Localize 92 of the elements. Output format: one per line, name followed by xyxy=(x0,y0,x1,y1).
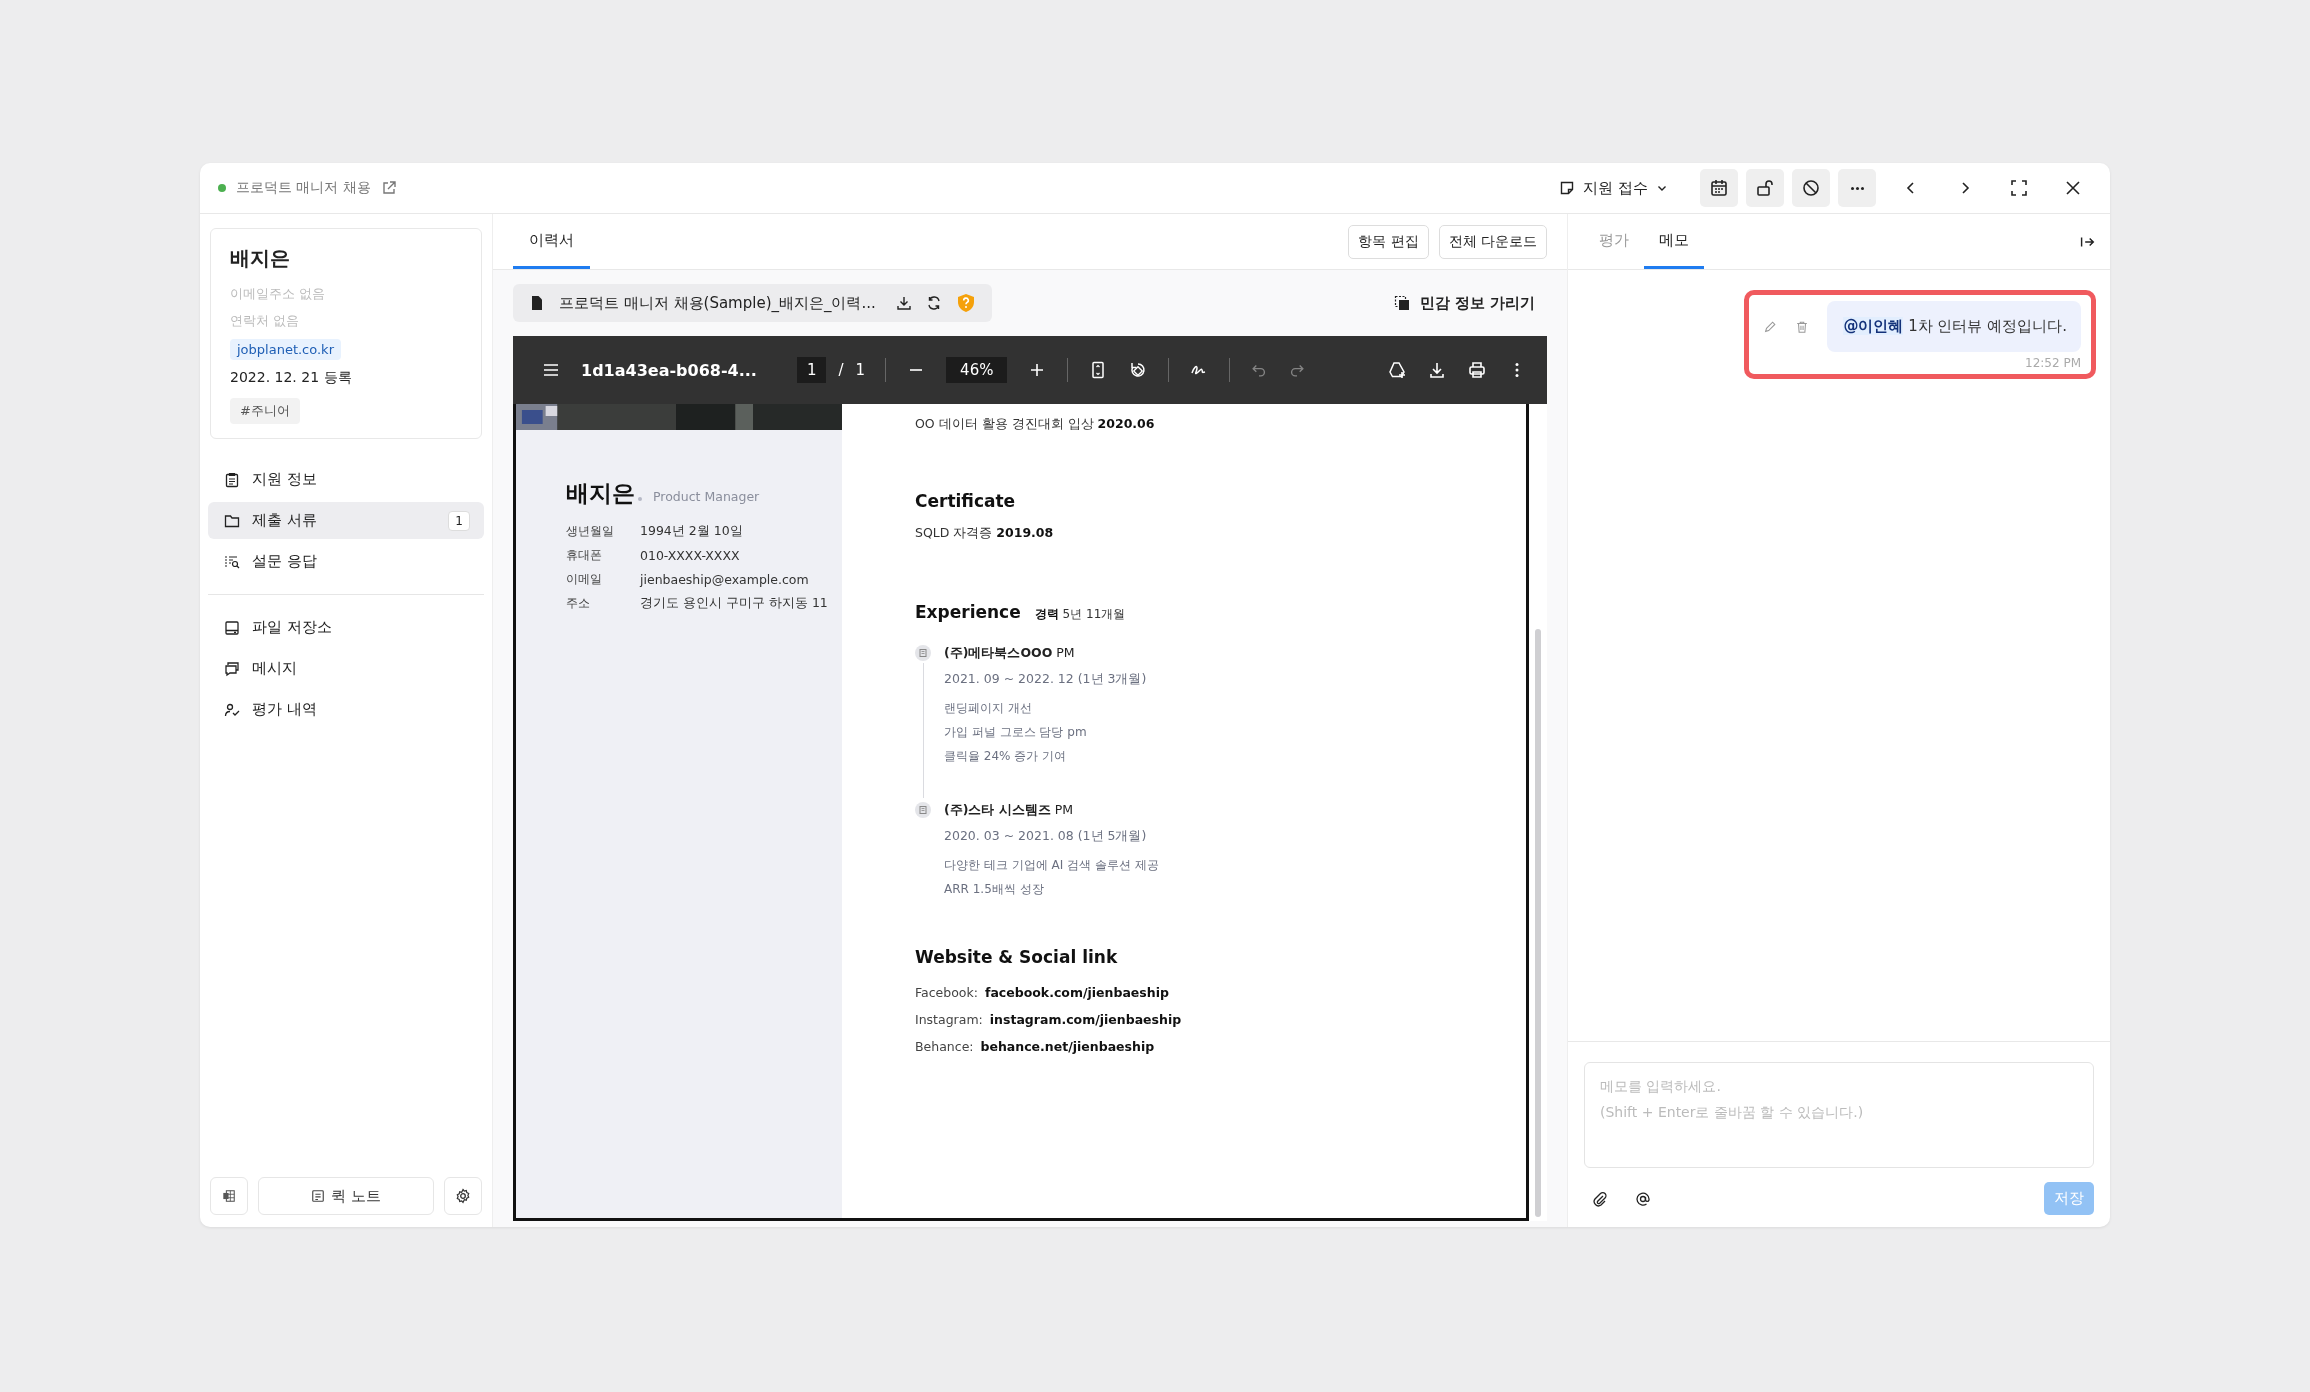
job-period: 2021. 09 ~ 2022. 12 (1년 3개월) xyxy=(944,671,1147,688)
source-tag: jobplanet.co.kr xyxy=(230,339,341,360)
link-url[interactable]: facebook.com/jienbaeship xyxy=(984,985,1169,1000)
action-button[interactable]: 전체 다운로드 xyxy=(1438,224,1547,259)
quick-note-button[interactable]: 퀵 노트 xyxy=(258,1177,434,1215)
status-dot xyxy=(218,184,226,192)
link-label: Facebook: xyxy=(915,985,978,1000)
print-icon[interactable] xyxy=(1467,360,1487,380)
job-period: 2020. 03 ~ 2021. 08 (1년 5개월) xyxy=(944,828,1148,845)
more-icon xyxy=(1850,186,1864,190)
viewer-file-name: 1d1a43ea-b068-4... xyxy=(581,360,757,380)
job-detail: 다양한 테크 기업에 AI 검색 솔루션 제공 xyxy=(944,857,1159,874)
nav-item[interactable]: 파일 저장소 xyxy=(208,609,484,646)
candidate-name: 배지은 xyxy=(230,245,290,272)
resume-job-title: Product Manager xyxy=(653,489,760,504)
nav-item[interactable]: 메시지 xyxy=(208,650,484,687)
field-value: jienbaeship@example.com xyxy=(640,571,809,587)
experience-summary: 경력 5년 11개월 xyxy=(1034,606,1126,623)
field-label: 생년월일 xyxy=(566,522,615,540)
nav-item[interactable]: 지원 정보 xyxy=(208,461,484,498)
mask-sensitive-button[interactable]: 민감 정보 가리기 xyxy=(1381,293,1547,313)
job-detail: 가입 퍼널 그로스 담당 pm xyxy=(944,724,1088,741)
certificate-text: SQLD 자격증 2019.08 xyxy=(915,525,1055,542)
block-icon xyxy=(1801,178,1821,198)
attach-icon[interactable] xyxy=(1592,1190,1608,1207)
field-value: 010-XXXX-XXXX xyxy=(640,547,740,563)
delete-icon[interactable] xyxy=(1795,319,1810,334)
panel-tab[interactable]: 메모 xyxy=(1644,214,1704,269)
link-url[interactable]: behance.net/jienbaeship xyxy=(980,1039,1155,1054)
edit-icon[interactable] xyxy=(1763,319,1778,334)
page-input[interactable]: 1 xyxy=(796,357,827,383)
spreadsheet-icon xyxy=(222,1189,236,1203)
field-label: 휴대폰 xyxy=(566,546,603,564)
excel-button[interactable] xyxy=(210,1177,248,1215)
registered-date: 2022. 12. 21 등록 xyxy=(230,369,352,387)
section-heading: Experience xyxy=(915,602,1021,622)
memo-message: @이인혜 1차 인터뷰 예정입니다. xyxy=(1827,301,2081,352)
job-title: 프로덕트 매니저 채용 xyxy=(236,179,371,197)
clipboard-icon xyxy=(224,471,240,488)
fullscreen-icon xyxy=(2009,178,2029,198)
external-link-icon[interactable] xyxy=(380,180,397,196)
section-heading: Website & Social link xyxy=(915,947,1119,967)
zoom-level[interactable]: 46% xyxy=(946,357,1008,383)
drive-icon xyxy=(224,619,240,636)
unlock-button[interactable] xyxy=(1746,169,1784,207)
link-label: Behance: xyxy=(915,1039,974,1054)
nav-item[interactable]: 평가 내역 xyxy=(208,691,484,728)
company-name: (주)스타 시스템즈 PM xyxy=(944,802,1075,818)
company-name: (주)메타북스OOO PM xyxy=(944,645,1076,661)
action-button[interactable]: 항목 편집 xyxy=(1348,224,1429,259)
field-value: 경기도 용인시 구미구 하지동 11 xyxy=(640,594,828,612)
folder-icon xyxy=(224,512,240,529)
job-detail: 랜딩페이지 개선 xyxy=(944,700,1033,717)
note-icon xyxy=(1559,180,1576,196)
award-text: OO 데이터 활용 경진대회 입상 2020.06 xyxy=(915,416,1156,433)
file-icon xyxy=(529,295,545,311)
job-detail: 클릭율 24% 증가 기여 xyxy=(944,748,1068,765)
section-heading: Certificate xyxy=(915,491,1017,511)
chat-icon xyxy=(224,660,240,677)
page-separator: / xyxy=(838,361,844,379)
person-check-icon xyxy=(224,701,240,718)
unlock-icon xyxy=(1755,178,1775,198)
field-label: 주소 xyxy=(566,594,591,612)
download-icon[interactable] xyxy=(1427,360,1447,380)
nav-item[interactable]: 설문 응답 xyxy=(208,543,484,580)
settings-icon xyxy=(455,1188,471,1204)
mask-icon xyxy=(1393,295,1410,311)
file-name[interactable]: 프로덕트 매니저 채용(Sample)_배지은_이력... xyxy=(559,293,876,313)
mention-icon[interactable] xyxy=(1635,1190,1651,1207)
page-count: 1 xyxy=(855,361,866,379)
block-button[interactable] xyxy=(1792,169,1830,207)
scrollbar-thumb[interactable] xyxy=(1535,629,1541,1217)
list-search-icon xyxy=(224,553,240,570)
memo-input[interactable]: 메모를 입력하세요. (Shift + Enter로 줄바꿈 할 수 있습니다.) xyxy=(1584,1062,2094,1168)
stage-dropdown[interactable]: 지원 접수 xyxy=(1549,172,1678,204)
tag: #주니어 xyxy=(230,398,300,424)
phone-text: 연락처 없음 xyxy=(230,312,300,330)
calendar-icon xyxy=(1709,178,1729,198)
link-label: Instagram: xyxy=(915,1012,983,1027)
settings-button[interactable] xyxy=(444,1177,482,1215)
field-label: 이메일 xyxy=(566,570,603,588)
calendar-button[interactable] xyxy=(1700,169,1738,207)
field-value: 1994년 2월 10일 xyxy=(640,522,743,540)
refresh-icon[interactable] xyxy=(925,295,942,311)
job-detail: ARR 1.5배씩 성장 xyxy=(944,881,1045,898)
link-url[interactable]: instagram.com/jienbaeship xyxy=(989,1012,1182,1027)
note-icon xyxy=(311,1189,326,1203)
memo-time: 12:52 PM xyxy=(2025,356,2081,370)
nav-item[interactable]: 제출 서류 1 xyxy=(208,502,484,539)
download-icon[interactable] xyxy=(895,295,912,311)
email-text: 이메일주소 없음 xyxy=(230,285,326,303)
resume-name: 배지은 xyxy=(566,479,635,508)
